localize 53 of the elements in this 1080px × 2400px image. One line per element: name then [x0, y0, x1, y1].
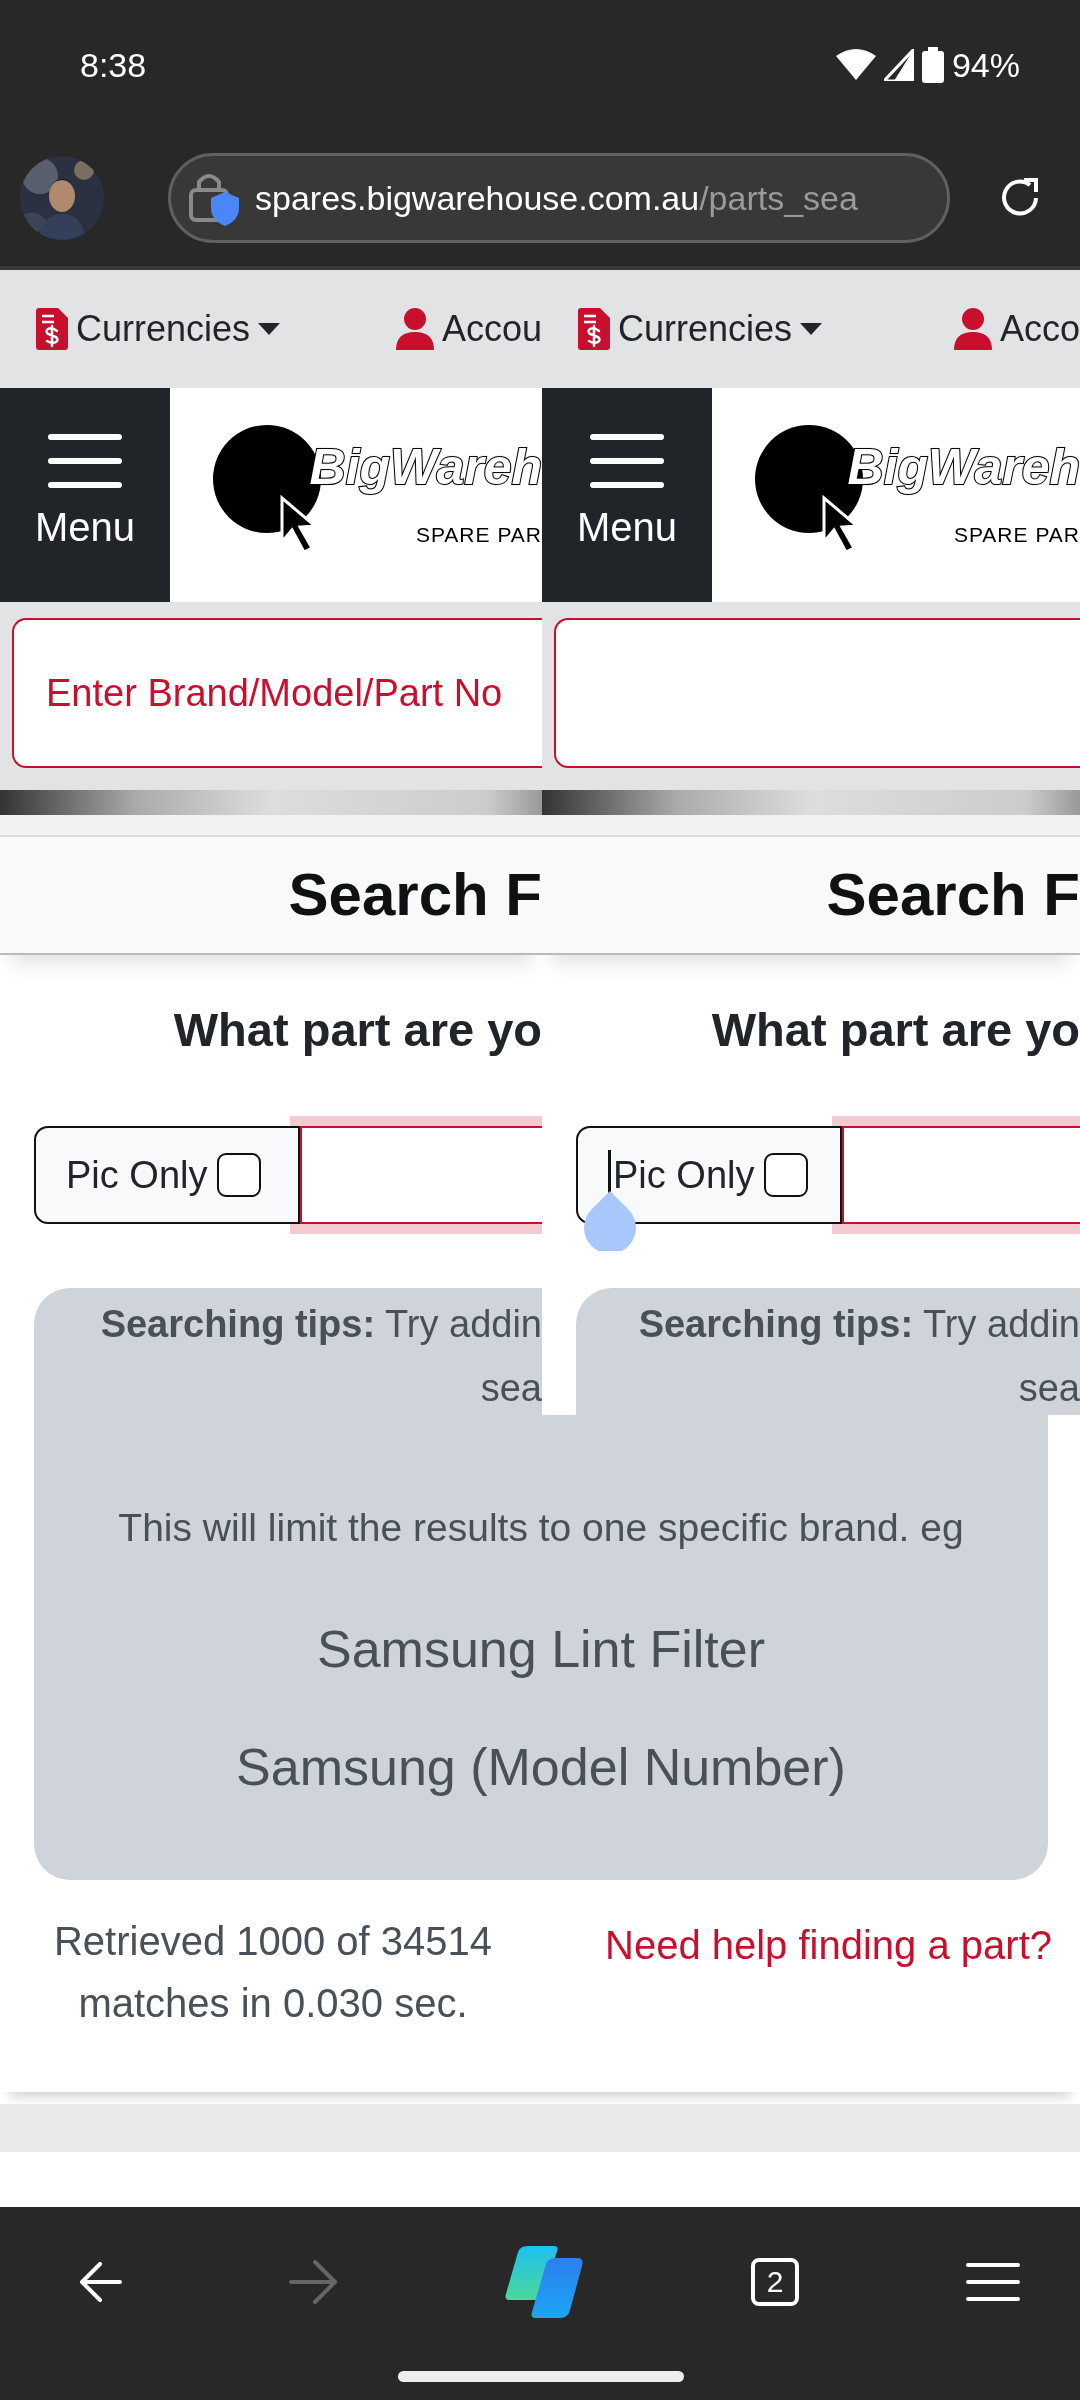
assistant-logo-icon [504, 2246, 584, 2318]
tips-text: Searching tips: Try addin [99, 1302, 542, 1347]
battery-icon [921, 47, 944, 83]
tab-count-button[interactable]: 2 [751, 2258, 799, 2306]
battery-percentage: 94% [951, 44, 1020, 86]
currencies-dropdown[interactable]: Currencies [36, 302, 281, 356]
menu-icon [966, 2262, 1020, 2302]
menu-icon [48, 433, 122, 489]
address-bar[interactable]: spares.bigwarehouse.com.au/parts_sea [168, 153, 950, 243]
help-link[interactable]: Need help finding a part? [605, 1910, 1052, 1980]
wifi-icon [835, 48, 876, 82]
results-summary: Retrieved 1000 of 34514 matches in 0.030 sec. [52, 1918, 494, 2027]
assistant-button[interactable] [504, 2246, 584, 2318]
card-heading: Search F [826, 860, 1080, 930]
pic-only-toggle[interactable]: Pic Only [576, 1126, 842, 1224]
account-link[interactable]: Acco [953, 302, 1080, 356]
currencies-dropdown[interactable]: Currencies [578, 302, 823, 356]
logo-tagline: SPARE PAR [415, 522, 542, 548]
part-search-field[interactable] [842, 1126, 1080, 1224]
dollar-document-icon [36, 308, 68, 350]
checkbox[interactable] [217, 1153, 262, 1197]
caret-icon [800, 323, 823, 335]
person-icon [395, 308, 434, 350]
tips-text: Searching tips: Try addin [637, 1302, 1080, 1347]
question-heading: What part are yo [173, 1001, 542, 1058]
status-time: 8:38 [80, 44, 147, 86]
example-search: Samsung Lint Filter [316, 1618, 766, 1680]
account-link[interactable]: Accou [395, 302, 542, 356]
menu-button[interactable]: Menu [0, 388, 170, 602]
menu-button[interactable]: Menu [542, 388, 712, 602]
part-search-field[interactable] [300, 1126, 542, 1224]
person-icon [953, 308, 992, 350]
menu-button[interactable] [966, 2262, 1020, 2302]
forward-arrow-icon [289, 2260, 337, 2304]
card-heading: Search F [288, 860, 542, 930]
selection-handle-icon[interactable] [584, 1191, 636, 1251]
pic-only-toggle[interactable]: Pic Only [34, 1126, 300, 1224]
example-search: Samsung (Model Number) [235, 1736, 847, 1798]
tips-message: This will limit the results to one specific brand. eg [117, 1505, 965, 1551]
checkbox[interactable] [764, 1153, 809, 1197]
question-heading: What part are yo [711, 1001, 1080, 1058]
menu-icon [590, 433, 664, 489]
tips-text-line: sea [479, 1365, 542, 1411]
caret-icon [258, 323, 281, 335]
back-arrow-icon [80, 2262, 122, 2302]
url-text: spares.bigwarehouse.com.au/parts_sea [255, 177, 858, 219]
back-button[interactable] [80, 2262, 122, 2302]
search-field[interactable]: Enter Brand/Model/Part No [12, 618, 542, 768]
dollar-document-icon [578, 308, 610, 350]
search-field[interactable] [554, 618, 1080, 768]
signal-icon [883, 49, 914, 81]
tips-text-line: sea [1017, 1365, 1080, 1411]
logo-tagline: SPARE PAR [953, 522, 1080, 548]
